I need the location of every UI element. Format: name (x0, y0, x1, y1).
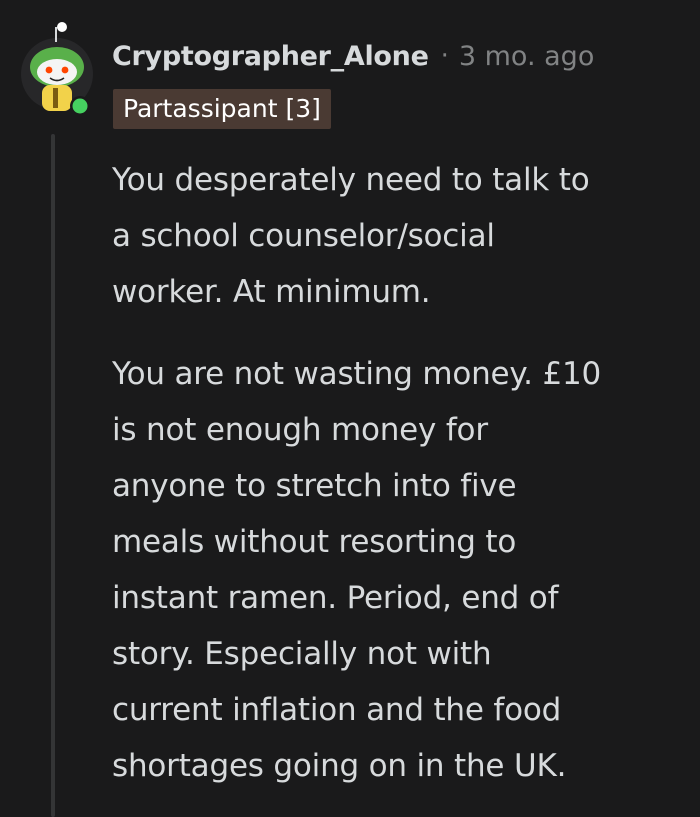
comment-meta: Cryptographer_Alone · 3 mo. ago (112, 34, 594, 78)
user-flair: Partassipant [3] (113, 89, 331, 129)
username-link[interactable]: Cryptographer_Alone (112, 41, 429, 72)
snoo-avatar-icon (21, 22, 93, 116)
comment: Cryptographer_Alone · 3 mo. ago Partassi… (0, 0, 700, 817)
meta-separator: · (440, 41, 449, 71)
comment-body: You desperately need to talk to a school… (112, 152, 682, 794)
user-avatar[interactable] (20, 22, 94, 116)
online-status-dot (72, 98, 88, 114)
comment-paragraph: You desperately need to talk to a school… (112, 162, 590, 310)
thread-collapse-line[interactable] (51, 134, 55, 817)
comment-paragraph: You are not wasting money. £10 is not en… (112, 356, 602, 784)
timestamp-link[interactable]: 3 mo. ago (459, 41, 594, 72)
